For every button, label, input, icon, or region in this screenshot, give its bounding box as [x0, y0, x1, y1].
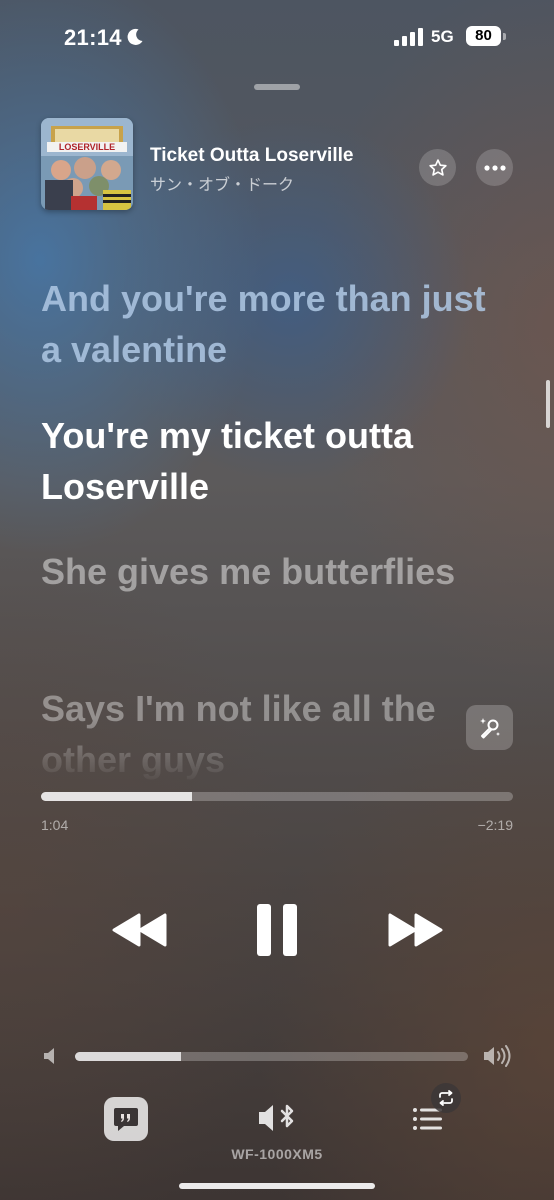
- bluetooth-speaker-icon[interactable]: [257, 1100, 299, 1136]
- repeat-icon: [439, 1090, 453, 1106]
- lyric-line-next[interactable]: She gives me butterflies: [41, 546, 511, 597]
- status-bar: 21:14 5G 80: [0, 0, 554, 76]
- track-title[interactable]: Ticket Outta Loserville: [150, 145, 353, 167]
- sheet-grabber[interactable]: [254, 84, 300, 90]
- album-art-text: LOSERVILLE: [59, 142, 115, 152]
- lyrics-quote-icon: [114, 1108, 138, 1131]
- volume-high-icon: [484, 1045, 511, 1067]
- playback-progress-fill: [41, 792, 193, 801]
- remaining-time: −2:19: [477, 817, 513, 833]
- lyric-line-upcoming[interactable]: Says I'm not like all the other guys: [41, 683, 511, 785]
- lyric-line-current[interactable]: You're my ticket outta Loserville: [41, 410, 511, 512]
- battery-cap: [503, 33, 506, 40]
- favorite-button[interactable]: [419, 149, 456, 186]
- album-art-image: LOSERVILLE: [41, 118, 133, 210]
- volume-slider[interactable]: [75, 1052, 468, 1061]
- playback-progress-bar[interactable]: [41, 792, 513, 801]
- lyric-line-previous[interactable]: And you're more than just a valentine: [41, 273, 511, 375]
- battery-icon: 80: [466, 26, 501, 46]
- pause-button[interactable]: [255, 904, 299, 956]
- output-device-name[interactable]: WF-1000XM5: [0, 1146, 554, 1162]
- lyrics-button[interactable]: [104, 1097, 148, 1141]
- volume-slider-fill: [75, 1052, 182, 1061]
- lyrics-scrollbar[interactable]: [546, 380, 550, 428]
- more-button[interactable]: [476, 149, 513, 186]
- repeat-badge[interactable]: [431, 1083, 461, 1113]
- microphone-sparkle-icon: [479, 717, 500, 738]
- rewind-button[interactable]: [112, 913, 168, 947]
- moon-icon: [127, 28, 143, 45]
- signal-icon: [394, 28, 423, 46]
- home-indicator[interactable]: [179, 1183, 375, 1189]
- sing-button[interactable]: [466, 705, 513, 750]
- fast-forward-button[interactable]: [387, 913, 443, 947]
- status-time: 21:14: [64, 25, 122, 50]
- network-type: 5G: [431, 27, 454, 46]
- elapsed-time: 1:04: [41, 817, 69, 833]
- star-icon: [428, 158, 447, 176]
- volume-low-icon: [44, 1048, 54, 1064]
- more-icon: [483, 164, 506, 171]
- album-art[interactable]: LOSERVILLE: [41, 118, 133, 210]
- artist-name[interactable]: サン・オブ・ドーク: [150, 171, 294, 195]
